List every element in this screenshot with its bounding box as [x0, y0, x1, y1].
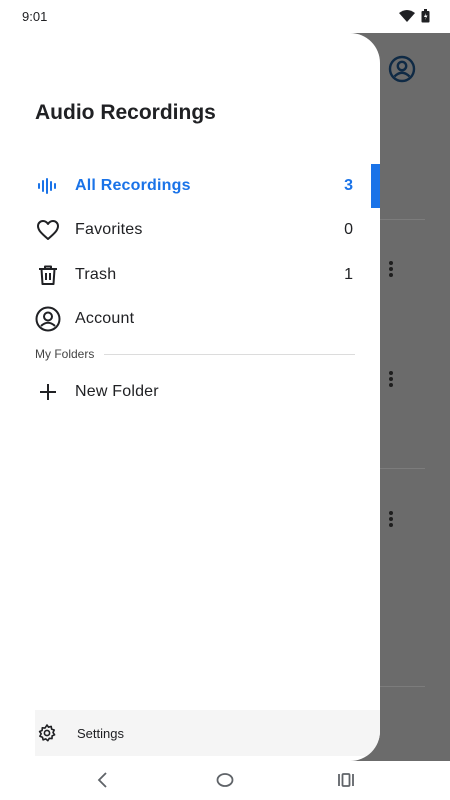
heart-icon — [35, 217, 61, 243]
account-icon — [35, 306, 61, 332]
nav-item-count: 3 — [344, 177, 353, 194]
list-divider — [380, 468, 425, 469]
status-icons — [399, 9, 430, 23]
nav-item-label: All Recordings — [75, 177, 191, 194]
settings-button[interactable]: Settings — [35, 710, 380, 756]
back-icon[interactable] — [96, 771, 110, 789]
home-icon[interactable] — [216, 771, 234, 789]
nav-item-all-recordings[interactable]: All Recordings 3 — [0, 164, 380, 208]
nav-item-label: Trash — [75, 266, 117, 283]
more-options-icon — [386, 371, 396, 387]
section-label: My Folders — [35, 347, 95, 361]
waveform-icon — [35, 173, 61, 199]
nav-item-count: 0 — [344, 221, 353, 238]
wifi-icon — [399, 10, 415, 22]
new-folder-button[interactable]: New Folder — [0, 370, 380, 414]
battery-icon — [421, 9, 430, 23]
system-navigation-bar — [0, 761, 450, 800]
plus-icon — [35, 379, 61, 405]
more-options-icon — [386, 511, 396, 527]
recent-apps-icon[interactable] — [337, 771, 355, 789]
profile-icon — [388, 55, 416, 83]
nav-item-count: 1 — [344, 266, 353, 283]
my-folders-header: My Folders — [35, 347, 355, 361]
new-folder-label: New Folder — [75, 383, 159, 400]
trash-icon — [35, 262, 61, 288]
status-bar: 9:01 — [0, 0, 450, 33]
navigation-drawer: Audio Recordings All Recordings 3 Favori… — [0, 33, 380, 761]
drawer-title: Audio Recordings — [35, 101, 216, 124]
more-options-icon — [386, 261, 396, 277]
nav-item-favorites[interactable]: Favorites 0 — [0, 208, 380, 252]
nav-item-label: Favorites — [75, 221, 143, 238]
settings-label: Settings — [77, 725, 124, 741]
nav-item-account[interactable]: Account — [0, 297, 380, 341]
nav-item-label: Account — [75, 310, 135, 327]
status-time: 9:01 — [22, 9, 48, 24]
list-divider — [380, 686, 425, 687]
gear-icon — [38, 724, 56, 742]
nav-item-trash[interactable]: Trash 1 — [0, 253, 380, 297]
active-indicator — [371, 164, 380, 208]
section-divider — [104, 353, 355, 355]
list-divider — [380, 219, 425, 220]
